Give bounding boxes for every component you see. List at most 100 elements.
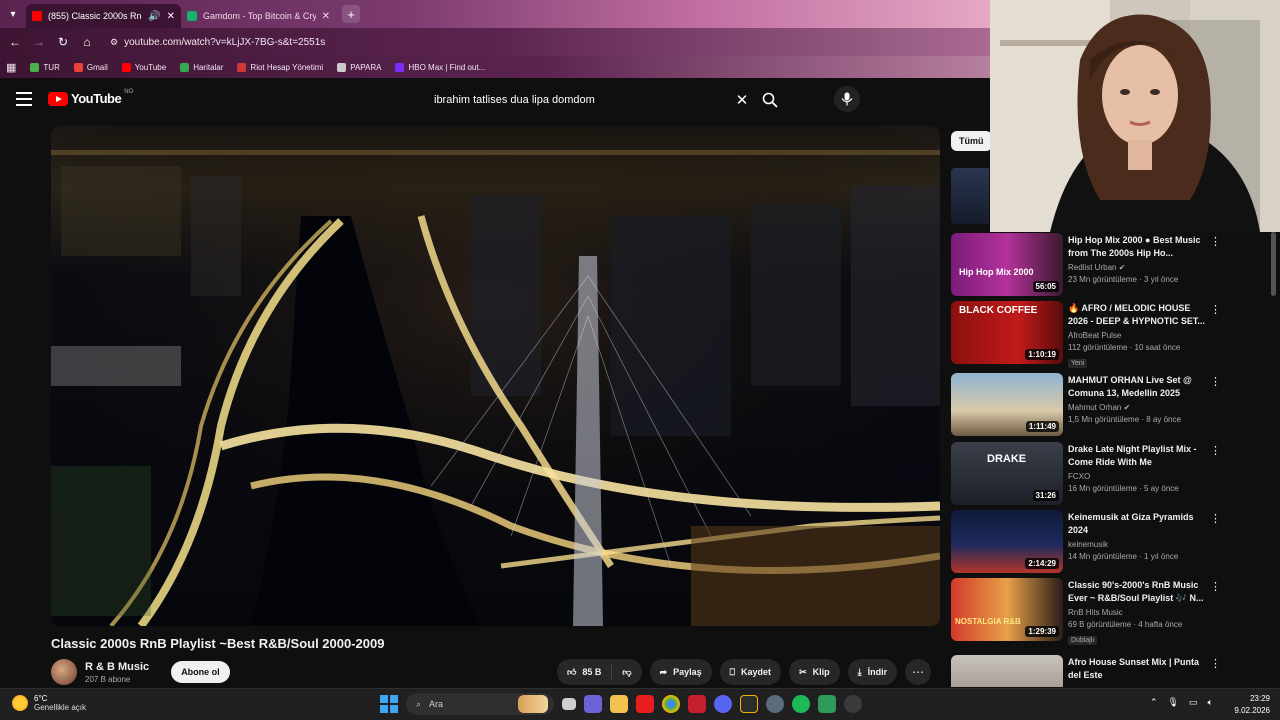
bookmark-riot[interactable]: Riot Hesap Yönetimi — [237, 62, 323, 72]
file-explorer-icon[interactable] — [610, 695, 628, 713]
partial-thumbnail[interactable] — [951, 168, 989, 224]
tab-close-icon[interactable]: ✕ — [322, 11, 330, 22]
tab-close-icon[interactable]: ✕ — [167, 11, 175, 22]
bookmark-tur[interactable]: TUR — [30, 62, 60, 72]
dislike-button[interactable]: 👎︎ — [612, 659, 641, 685]
video-thumbnail[interactable]: DRAKE 31:26 — [951, 442, 1063, 505]
tab-gamdom[interactable]: Gamdom - Top Bitcoin & Crypt ✕ — [181, 4, 336, 28]
thumbnail-text: NOSTALGIA R&B — [955, 617, 1021, 626]
sidebar-scrollbar[interactable] — [1271, 232, 1276, 296]
video-player[interactable] — [51, 126, 940, 626]
search-icon[interactable] — [754, 85, 786, 115]
thumbnail-text: Hip Hop Mix 2000 — [959, 267, 1034, 277]
recommendation-channel[interactable]: keinemusik — [1068, 540, 1208, 549]
share-button[interactable]: ➦ Paylaş — [649, 659, 712, 685]
video-thumbnail[interactable]: BLACK COFFEE 1:10:19 — [951, 301, 1063, 364]
youtube-logo[interactable]: YouTube NO — [48, 89, 133, 106]
recommendation-item[interactable]: NOSTALGIA R&B 1:29:39 Classic 90's-2000'… — [951, 578, 1231, 645]
new-tab-button[interactable]: + — [342, 5, 360, 23]
recommendation-item[interactable]: Afro House Sunset Mix | Punta del Este ⋮ — [951, 655, 1231, 687]
video-thumbnail[interactable]: 1:11:49 — [951, 373, 1063, 436]
recommendation-item[interactable]: BLACK COFFEE 1:10:19 🔥 AFRO / MELODIC HO… — [951, 301, 1231, 368]
clear-icon[interactable]: ✕ — [730, 91, 754, 109]
task-view-icon[interactable] — [562, 698, 576, 710]
scissors-icon: ✂ — [799, 666, 807, 677]
recommendation-channel[interactable]: Mahmut Orhan — [1068, 403, 1121, 412]
bookmark-youtube[interactable]: YouTube — [121, 62, 166, 72]
recommendation-item[interactable]: DRAKE 31:26 Drake Late Night Playlist Mi… — [951, 442, 1231, 506]
forward-arrow-icon[interactable]: → — [30, 33, 48, 51]
clip-label: Klip — [812, 667, 830, 677]
recommendation-item[interactable]: 2:14:29 Keinemusik at Giza Pyramids 2024… — [951, 510, 1231, 574]
tab-search-button[interactable]: ▾ — [0, 0, 26, 28]
weather-widget[interactable]: 6°C Genellikle açık — [12, 694, 86, 712]
time: 23:29 — [1249, 694, 1270, 703]
url-bar[interactable]: ⚙ youtube.com/watch?v=kLjJX-7BG-s&t=2551… — [110, 31, 984, 53]
site-info-icon[interactable]: ⚙ — [110, 37, 118, 48]
bookmark-hbo[interactable]: HBO Max | Find out... — [395, 62, 485, 72]
apps-grid-icon[interactable]: ▦ — [6, 61, 16, 74]
clip-button[interactable]: ✂ Klip — [789, 659, 840, 685]
more-options-icon[interactable]: ⋮ — [1210, 375, 1221, 388]
chevron-up-icon[interactable]: ⌃ — [1150, 697, 1158, 708]
menu-icon[interactable] — [16, 92, 32, 106]
save-button[interactable]: ⎕ Kaydet — [719, 659, 782, 685]
app-red-icon[interactable] — [688, 695, 706, 713]
recommendation-channel[interactable]: RnB Hits Music — [1068, 608, 1208, 617]
recommendation-channel[interactable]: AfroBeat Pulse — [1068, 331, 1208, 340]
speaker-icon[interactable]: 🔊 — [148, 11, 160, 22]
more-options-icon[interactable]: ⋮ — [1210, 512, 1221, 525]
more-options-icon[interactable]: ⋮ — [1210, 580, 1221, 593]
spotify-icon[interactable] — [792, 695, 810, 713]
recommendation-title: Afro House Sunset Mix | Punta del Este — [1068, 657, 1200, 680]
chrome-icon[interactable] — [662, 695, 680, 713]
recommendation-item[interactable]: 1:11:49 MAHMUT ORHAN Live Set @ Comuna 1… — [951, 373, 1231, 437]
subscribe-button[interactable]: Abone ol — [171, 661, 230, 683]
bookmark-gmail[interactable]: Gmail — [73, 62, 108, 72]
bookmark-maps[interactable]: Haritalar — [180, 62, 223, 72]
search-input[interactable]: ibrahim tatlises dua lipa domdom — [424, 94, 730, 106]
volume-icon[interactable]: 🔈︎ — [1208, 697, 1213, 708]
video-thumbnail[interactable]: NOSTALGIA R&B 1:29:39 — [951, 578, 1063, 641]
home-icon[interactable]: ⌂ — [78, 33, 96, 51]
more-options-icon[interactable]: ⋮ — [1210, 657, 1221, 670]
network-icon[interactable]: ▭ — [1189, 697, 1198, 708]
teams-icon[interactable] — [584, 695, 602, 713]
media-player-icon[interactable] — [844, 695, 862, 713]
more-options-icon[interactable]: ⋮ — [1210, 235, 1221, 248]
more-options-icon[interactable]: ⋮ — [1210, 303, 1221, 316]
recommendation-channel[interactable]: FCXO — [1068, 472, 1208, 481]
weather-sun-icon — [12, 695, 28, 711]
taskbar-search[interactable]: ⌕ Ara — [406, 693, 554, 715]
video-thumbnail[interactable]: Hip Hop Mix 2000 56:05 — [951, 233, 1063, 296]
reload-icon[interactable]: ↻ — [54, 33, 72, 51]
filter-chip-all[interactable]: Tümü — [951, 131, 992, 151]
recommendation-channel[interactable]: Redlist Urban — [1068, 263, 1116, 272]
microphone-tray-icon[interactable]: 🎙︎ — [1168, 697, 1179, 708]
video-thumbnail[interactable] — [951, 655, 1063, 687]
download-button[interactable]: ⤓ İndir — [847, 659, 898, 685]
recommendation-title: 🔥 AFRO / MELODIC HOUSE 2026 - DEEP & HYP… — [1068, 303, 1205, 326]
app-dark-icon[interactable] — [740, 695, 758, 713]
youtube-app-icon[interactable] — [636, 695, 654, 713]
channel-avatar[interactable] — [51, 659, 77, 685]
settings-icon[interactable] — [766, 695, 784, 713]
video-thumbnail[interactable]: 2:14:29 — [951, 510, 1063, 573]
more-options-icon[interactable]: ⋮ — [1210, 444, 1221, 457]
windows-start-icon[interactable] — [380, 695, 398, 713]
windows-taskbar: 6°C Genellikle açık ⌕ Ara ⌃ 🎙︎ ▭ 🔈︎ 23:2… — [0, 688, 1280, 720]
search-box[interactable]: ibrahim tatlises dua lipa domdom ✕ — [424, 85, 786, 115]
back-arrow-icon[interactable]: ← — [6, 33, 24, 51]
microphone-icon[interactable] — [834, 86, 860, 112]
bookmark-papara[interactable]: PAPARA — [337, 62, 381, 72]
recommendation-item[interactable]: Hip Hop Mix 2000 56:05 Hip Hop Mix 2000 … — [951, 233, 1231, 297]
recommendation-title: Keinemusik at Giza Pyramids 2024 — [1068, 512, 1194, 535]
discord-icon[interactable] — [714, 695, 732, 713]
clock[interactable]: 23:29 9.02.2026 — [1234, 693, 1270, 717]
app-green-icon[interactable] — [818, 695, 836, 713]
tab-youtube[interactable]: (855) Classic 2000s RnB Pla 🔊 ✕ — [26, 4, 181, 28]
like-button[interactable]: 👍︎ 85 B — [557, 659, 611, 685]
thumbs-up-icon: 👍︎ — [567, 666, 577, 677]
channel-name[interactable]: R & B Music — [85, 661, 149, 673]
more-actions-icon[interactable]: ⋯ — [905, 659, 932, 685]
